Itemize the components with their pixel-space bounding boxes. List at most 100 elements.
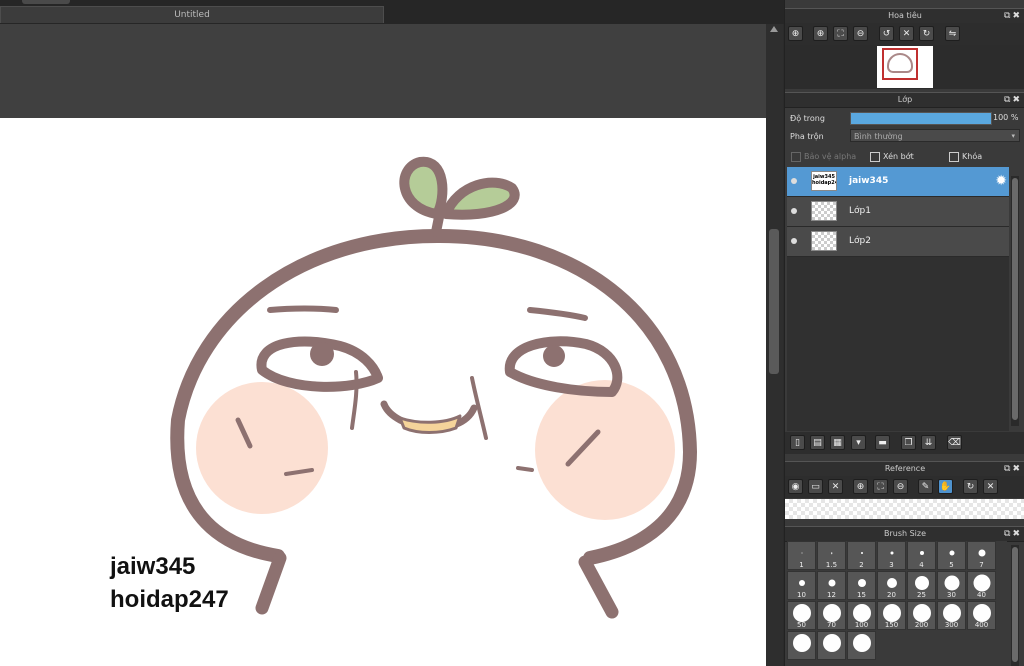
tab-stub[interactable] [22, 0, 70, 4]
gear-icon[interactable]: ✹ [995, 173, 1007, 189]
left-foot [255, 551, 287, 615]
fit-screen-icon[interactable]: ⛶ [833, 26, 848, 41]
layer-row-lop2[interactable]: Lớp2 [787, 227, 1009, 257]
brush-size-cell[interactable]: 200 [907, 601, 936, 630]
new-layer-icon[interactable]: ▯ [790, 435, 805, 450]
brush-size-cell[interactable]: 4 [907, 541, 936, 570]
panel-window-buttons[interactable]: ⧉✖ [1004, 527, 1022, 541]
zoom-in-icon[interactable]: ⊕ [813, 26, 828, 41]
visibility-icon[interactable] [791, 208, 797, 214]
merge-icon[interactable]: ⇊ [921, 435, 936, 450]
panel-window-buttons[interactable]: ⧉✖ [1004, 462, 1022, 476]
brush-size-cell[interactable]: 1 [787, 541, 816, 570]
layer-scroll-thumb[interactable] [1012, 178, 1018, 420]
viewport-frame[interactable] [882, 48, 918, 80]
brush-size-label: 100 [854, 621, 869, 629]
reference-toolbar: ◉ ▭ ✕ ⊕ ⛶ ⊖ ✎ ✋ ↻ ✕ [785, 476, 1024, 498]
brush-size-panel-header: Brush Size ⧉✖ [785, 526, 1024, 542]
brush-dot-icon [978, 549, 985, 557]
add-layer-menu-icon[interactable]: ▾ [851, 435, 866, 450]
brush-size-cell[interactable]: 1.5 [817, 541, 846, 570]
brush-size-label: 150 [884, 621, 899, 629]
rotate-icon[interactable]: ↻ [963, 479, 978, 494]
opacity-slider[interactable] [850, 112, 992, 125]
brush-size-cell[interactable]: 5 [937, 541, 966, 570]
folder-icon[interactable]: ▬ [875, 435, 890, 450]
navigator-preview-area[interactable] [785, 45, 1024, 89]
brush-size-scrollbar[interactable] [1011, 545, 1019, 666]
brush-size-cell[interactable]: 400 [967, 601, 996, 630]
canvas-scroll-thumb[interactable] [769, 229, 779, 374]
navigator-thumbnail[interactable] [877, 46, 933, 88]
canvas-paper[interactable]: jaiw345 hoidap247 [0, 118, 766, 666]
brush-size-cell[interactable]: 2 [847, 541, 876, 570]
brush-scroll-thumb[interactable] [1012, 547, 1018, 662]
brush-size-label: 1.5 [825, 561, 838, 569]
document-tab[interactable]: Untitled [0, 6, 384, 23]
clipping-checkbox[interactable] [870, 152, 880, 162]
brush-size-cell[interactable]: 7 [967, 541, 996, 570]
rotate-right-icon[interactable]: ↻ [919, 26, 934, 41]
brush-size-label: 4 [919, 561, 924, 569]
brush-dot-icon [914, 576, 929, 591]
brush-dot-icon [798, 580, 805, 587]
left-blush [196, 382, 328, 514]
layer-row-jaiw345[interactable]: jaiw345 hoidap247 jaiw345 ✹ [787, 167, 1009, 197]
protect-alpha-checkbox[interactable] [791, 152, 801, 162]
brush-size-cell[interactable]: 10 [787, 571, 816, 600]
zoom-out-icon[interactable]: ⊖ [893, 479, 908, 494]
scroll-up-arrow-icon[interactable] [770, 26, 778, 32]
flip-icon[interactable]: ⇋ [945, 26, 960, 41]
trash-icon[interactable]: ⌫ [947, 435, 962, 450]
brush-size-cell[interactable] [787, 631, 816, 660]
layer-list-scrollbar[interactable] [1011, 176, 1019, 426]
brush-size-cell[interactable]: 150 [877, 601, 906, 630]
visibility-icon[interactable] [791, 178, 797, 184]
hand-icon[interactable]: ✋ [938, 479, 953, 494]
brush-dot-icon [857, 579, 866, 588]
brush-size-cell[interactable]: 300 [937, 601, 966, 630]
new-layer-icon[interactable]: ▤ [810, 435, 825, 450]
canvas-vertical-scrollbar[interactable] [766, 24, 783, 666]
brush-size-cell[interactable]: 30 [937, 571, 966, 600]
brush-size-cell[interactable]: 12 [817, 571, 846, 600]
brush-size-cell[interactable]: 50 [787, 601, 816, 630]
reference-image-area[interactable] [785, 499, 1024, 519]
brush-size-cell[interactable]: 100 [847, 601, 876, 630]
panel-window-buttons[interactable]: ⧉✖ [1004, 9, 1022, 23]
brush-size-cell[interactable]: 20 [877, 571, 906, 600]
rotate-left-icon[interactable]: ↺ [879, 26, 894, 41]
brush-size-cell[interactable]: 70 [817, 601, 846, 630]
actual-size-icon[interactable]: ✕ [983, 479, 998, 494]
lock-checkbox[interactable] [949, 152, 959, 162]
canvas-icon[interactable]: ◉ [788, 479, 803, 494]
brush-size-cell[interactable]: 3 [877, 541, 906, 570]
brush-size-label: 300 [944, 621, 959, 629]
brush-size-cell[interactable]: 25 [907, 571, 936, 600]
open-folder-icon[interactable]: ▭ [808, 479, 823, 494]
brush-size-cell[interactable]: 40 [967, 571, 996, 600]
zoom-in-icon[interactable]: ⊕ [853, 479, 868, 494]
duplicate-icon[interactable]: ❐ [901, 435, 916, 450]
brush-size-cell[interactable] [817, 631, 846, 660]
new-layer-icon[interactable]: ▦ [830, 435, 845, 450]
brush-size-label: 400 [974, 621, 989, 629]
layer-row-lop1[interactable]: Lớp1 [787, 197, 1009, 227]
blend-mode-select[interactable]: Bình thường ▾ [850, 129, 1020, 142]
close-icon[interactable]: ✕ [828, 479, 843, 494]
fit-screen-icon[interactable]: ⛶ [873, 479, 888, 494]
actual-size-icon[interactable]: ✕ [899, 26, 914, 41]
visibility-icon[interactable] [791, 238, 797, 244]
panel-window-buttons[interactable]: ⧉✖ [1004, 93, 1022, 107]
zoom-in-icon[interactable]: ⊕ [788, 26, 803, 41]
reference-panel-header: Reference ⧉✖ [785, 461, 1024, 477]
brush-size-title: Brush Size [883, 529, 927, 538]
brush-size-cell[interactable]: 15 [847, 571, 876, 600]
sprout-leaf-right [441, 177, 520, 220]
brush-size-label: 70 [827, 621, 836, 629]
opacity-value: 100 % [993, 113, 1019, 122]
brush-size-cell[interactable] [847, 631, 876, 660]
eyedropper-icon[interactable]: ✎ [918, 479, 933, 494]
zoom-out-icon[interactable]: ⊖ [853, 26, 868, 41]
lock-label: Khóa [962, 152, 983, 161]
